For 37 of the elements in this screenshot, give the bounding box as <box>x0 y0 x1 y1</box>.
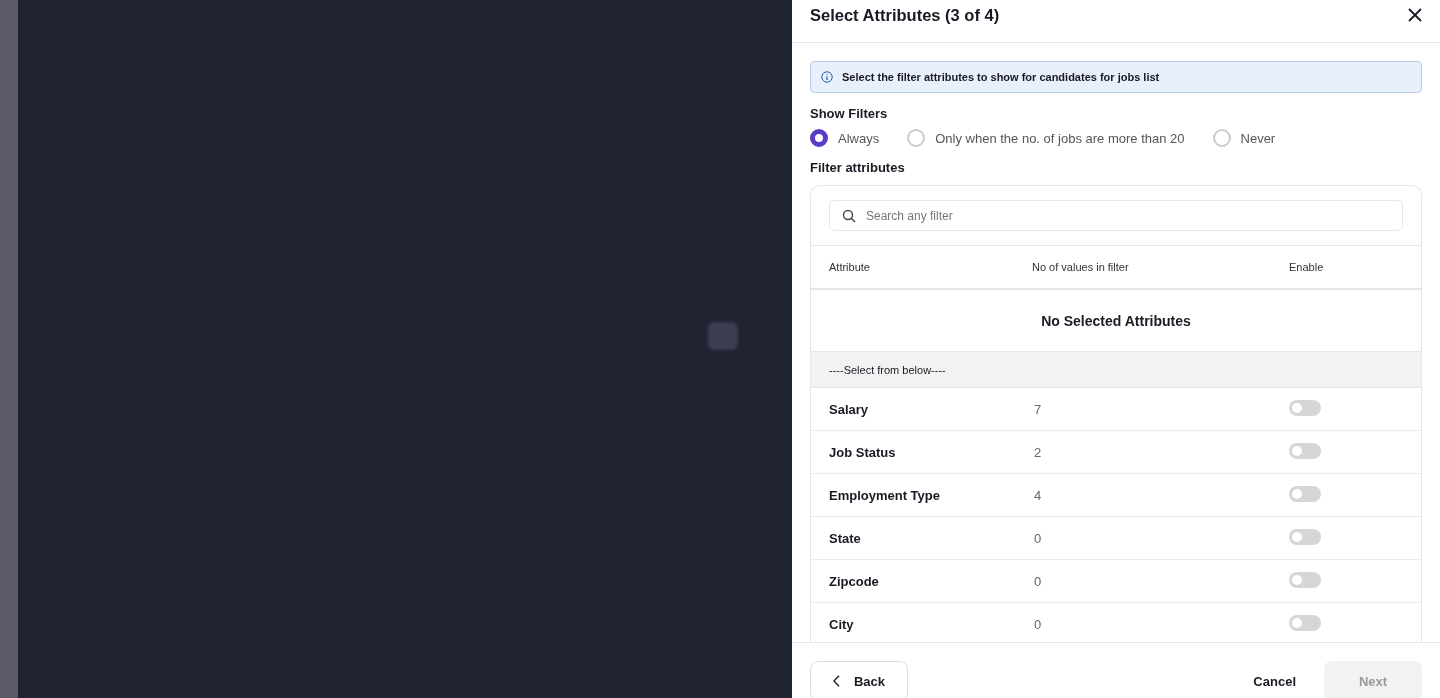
attribute-name: State <box>829 530 862 546</box>
back-button[interactable]: Back <box>810 661 908 698</box>
section-label: Filter attributes <box>810 160 906 175</box>
close-icon[interactable] <box>1408 8 1422 22</box>
column-header: Attribute <box>829 261 871 273</box>
attribute-name: Zipcode <box>829 573 880 589</box>
value-count: 0 <box>1033 573 1043 589</box>
column-header: No of values in filter <box>1032 261 1130 273</box>
dialog-title: Select Attributes (3 of 4) <box>810 5 1000 25</box>
attribute-name: Job Status <box>829 444 897 460</box>
value-count: 0 <box>1033 616 1043 632</box>
radio-label[interactable]: Always <box>838 130 880 146</box>
value-count: 7 <box>1033 401 1043 417</box>
toggle-switch[interactable] <box>1289 442 1321 459</box>
info-icon <box>821 71 833 83</box>
toggle-switch[interactable] <box>1289 485 1321 502</box>
blurred-block <box>708 322 738 350</box>
attribute-name: Employment Type <box>829 487 941 503</box>
radio-label[interactable]: Never <box>1240 130 1276 146</box>
section-divider-row: ----Select from below---- <box>811 352 1421 388</box>
chevron-left-icon <box>833 674 840 688</box>
value-count: 0 <box>1033 530 1043 546</box>
toggle-switch[interactable] <box>1289 571 1321 588</box>
section-label: Show Filters <box>810 106 889 121</box>
info-text: Select the filter attributes to show for candidates for jobs list <box>842 71 1160 83</box>
toggle-switch[interactable] <box>1289 399 1321 416</box>
search-field[interactable]: Search any filter <box>829 200 1403 231</box>
attribute-name: Salary <box>829 401 870 417</box>
toggle-switch[interactable] <box>1289 614 1321 631</box>
attribute-name: City <box>829 616 855 632</box>
column-header: Enable <box>1289 261 1325 273</box>
cancel-button[interactable]: Cancel <box>1243 661 1306 698</box>
value-count: 4 <box>1033 487 1043 503</box>
radio-button[interactable] <box>810 129 828 147</box>
toggle-switch[interactable] <box>1289 528 1321 545</box>
value-count: 2 <box>1033 444 1043 460</box>
radio-label[interactable]: Only when the no. of jobs are more than 20 <box>935 130 1185 146</box>
